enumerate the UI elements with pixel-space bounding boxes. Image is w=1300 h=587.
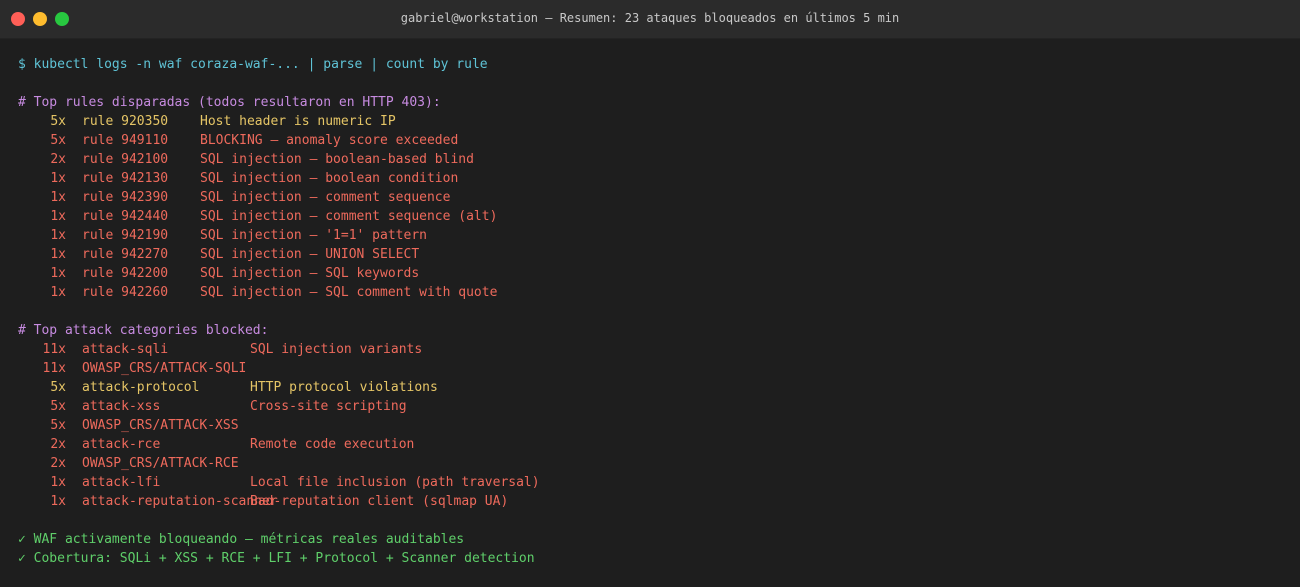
rule-description: SQL injection — comment sequence (alt) [200,209,498,224]
rule-count: 1x [50,209,66,224]
category-name: attack-protocol [82,380,200,395]
title-bar: gabriel@workstation — Resumen: 23 ataque… [0,0,1300,39]
category-row: 11x OWASP_CRS/ATTACK-SQLI [18,359,1290,378]
rule-id: rule 942200 [82,266,169,281]
terminal-output[interactable]: $ kubectl logs -n waf coraza-waf-... | p… [18,55,1290,568]
command-line: $ kubectl logs -n waf coraza-waf-... | p… [18,57,488,72]
rule-count: 1x [50,247,66,262]
category-count: 11x [42,342,66,357]
category-description: HTTP protocol violations [250,380,438,395]
rule-id: rule 942190 [82,228,169,243]
summary-line: ✓ Cobertura: SQLi + XSS + RCE + LFI + Pr… [18,551,535,566]
rule-description: SQL injection — boolean condition [200,171,459,186]
category-count: 11x [42,361,66,376]
category-count: 1x [50,494,66,509]
category-row: 11x attack-sqli SQL injection variants [18,340,1290,359]
category-description: Cross-site scripting [250,399,407,414]
rule-row: 1x rule 942190 SQL injection — '1=1' patte… [18,226,1290,245]
rule-description: SQL injection — SQL comment with quote [200,285,498,300]
category-count: 2x [50,456,66,471]
rule-id: rule 920350 [82,114,169,129]
rule-count: 1x [50,228,66,243]
rule-count: 1x [50,171,66,186]
rule-id: rule 942260 [82,285,169,300]
category-description: Bad-reputation client (sqlmap UA) [250,494,509,509]
rule-count: 5x [50,114,66,129]
rule-count: 1x [50,285,66,300]
category-count: 5x [50,380,66,395]
category-description: SQL injection variants [250,342,423,357]
category-name: attack-xss [82,399,161,414]
category-row: 2x OWASP_CRS/ATTACK-RCE [18,454,1290,473]
rule-count: 1x [50,266,66,281]
category-name: attack-rce [82,437,161,452]
rule-description: SQL injection — comment sequence [200,190,451,205]
terminal-window: gabriel@workstation — Resumen: 23 ataque… [0,0,1300,587]
rules-list: 5x rule 920350 Host header is numeric IP 5x… [18,112,1290,302]
categories-header: # Top attack categories blocked: [18,323,269,338]
category-count: 1x [50,475,66,490]
rule-row: 1x rule 942130 SQL injection — boolean con… [18,169,1290,188]
summary-line: ✓ WAF activamente bloqueando — métricas … [18,532,465,547]
rule-row: 1x rule 942390 SQL injection — comment seq… [18,188,1290,207]
rule-row: 1x rule 942200 SQL injection — SQL keyword… [18,264,1290,283]
category-row: 1x attack-lfi Local file inclusion (path t… [18,473,1290,492]
category-name: OWASP_CRS/ATTACK-RCE [82,456,239,471]
category-description: Local file inclusion (path traversal) [250,475,540,490]
rule-id: rule 942440 [82,209,169,224]
rule-id: rule 942130 [82,171,169,186]
rule-description: SQL injection — UNION SELECT [200,247,420,262]
category-row: 5x attack-xss Cross-site scripting [18,397,1290,416]
rule-description: SQL injection — SQL keywords [200,266,420,281]
rule-row: 5x rule 949110 BLOCKING — anomaly score ex… [18,131,1290,150]
category-row: 2x attack-rce Remote code execution [18,435,1290,454]
category-count: 5x [50,418,66,433]
window-title: gabriel@workstation — Resumen: 23 ataque… [400,11,900,25]
rule-description: Host header is numeric IP [200,114,396,129]
rule-count: 1x [50,190,66,205]
category-name: attack-reputation-scanner [82,494,278,509]
rule-id: rule 942100 [82,152,169,167]
category-name: OWASP_CRS/ATTACK-XSS [82,418,239,433]
summary-list: ✓ WAF activamente bloqueando — métricas … [18,530,1290,568]
rule-row: 1x rule 942440 SQL injection — comment seq… [18,207,1290,226]
category-count: 2x [50,437,66,452]
categories-list: 11x attack-sqli SQL injection variants 11x O… [18,340,1290,511]
rule-row: 2x rule 942100 SQL injection — boolean-bas… [18,150,1290,169]
rule-id: rule 949110 [82,133,169,148]
rule-count: 2x [50,152,66,167]
rules-header: # Top rules disparadas (todos resultaron… [18,95,441,110]
category-row: 5x attack-protocol HTTP protocol violation… [18,378,1290,397]
category-name: attack-sqli [82,342,169,357]
rule-id: rule 942270 [82,247,169,262]
category-count: 5x [50,399,66,414]
rule-id: rule 942390 [82,190,169,205]
rule-description: SQL injection — '1=1' pattern [200,228,427,243]
category-row: 1x attack-reputation-scannerBad-reputatio… [18,492,1290,511]
category-description: Remote code execution [250,437,415,452]
rule-count: 5x [50,133,66,148]
rule-row: 5x rule 920350 Host header is numeric IP [18,112,1290,131]
category-row: 5x OWASP_CRS/ATTACK-XSS [18,416,1290,435]
rule-row: 1x rule 942270 SQL injection — UNION SELEC… [18,245,1290,264]
rule-row: 1x rule 942260 SQL injection — SQL comment… [18,283,1290,302]
rule-description: BLOCKING — anomaly score exceeded [200,133,459,148]
category-name: OWASP_CRS/ATTACK-SQLI [82,361,247,376]
rule-description: SQL injection — boolean-based blind [200,152,474,167]
category-name: attack-lfi [82,475,161,490]
